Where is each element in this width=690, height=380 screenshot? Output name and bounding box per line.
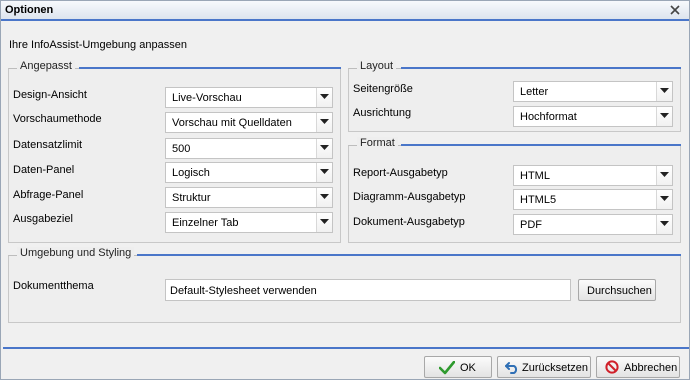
- reset-button-label: Zurücksetzen: [522, 362, 589, 374]
- select-abfrage-panel[interactable]: Struktur: [165, 187, 333, 208]
- checkmark-icon: [439, 361, 455, 375]
- select-dokument-ausgabetyp[interactable]: PDF: [513, 214, 673, 235]
- undo-icon: [505, 362, 518, 374]
- ok-button-label: OK: [460, 362, 476, 374]
- dropdown-button[interactable]: [656, 82, 672, 101]
- select-ausrichtung[interactable]: Hochformat: [513, 106, 673, 127]
- theme-field[interactable]: Default-Stylesheet verwenden: [165, 279, 571, 301]
- dropdown-button[interactable]: [316, 113, 332, 132]
- label-report-ausgabetyp: Report-Ausgabetyp: [353, 167, 448, 179]
- dialog-title: Optionen: [5, 4, 54, 16]
- group-styling: Umgebung und Styling Dokumentthema Defau…: [8, 247, 681, 323]
- label-abfrage-panel: Abfrage-Panel: [13, 189, 84, 201]
- dropdown-button[interactable]: [656, 166, 672, 185]
- select-design-ansicht[interactable]: Live-Vorschau: [165, 87, 333, 108]
- select-value: Struktur: [172, 192, 211, 204]
- select-value: Logisch: [172, 167, 210, 179]
- select-value: Letter: [520, 86, 549, 98]
- select-vorschaumethode[interactable]: Vorschau mit Quelldaten: [165, 112, 333, 133]
- dropdown-button[interactable]: [316, 88, 332, 107]
- select-value: Hochformat: [520, 111, 577, 123]
- dialog-subtitle: Ihre InfoAssist-Umgebung anpassen: [9, 39, 187, 51]
- group-angepasst-legend: Angepasst: [17, 60, 75, 72]
- reset-button[interactable]: Zurücksetzen: [497, 356, 591, 378]
- close-icon[interactable]: [669, 4, 681, 16]
- chevron-down-icon: [320, 119, 329, 124]
- chevron-down-icon: [660, 88, 669, 93]
- label-seitengroesse: Seitengröße: [353, 83, 413, 95]
- select-value: PDF: [520, 219, 542, 231]
- select-daten-panel[interactable]: Logisch: [165, 162, 333, 183]
- label-ausrichtung: Ausrichtung: [353, 107, 412, 119]
- chevron-down-icon: [660, 172, 669, 177]
- select-seitengroesse[interactable]: Letter: [513, 81, 673, 102]
- chevron-down-icon: [320, 145, 329, 150]
- chevron-down-icon: [660, 113, 669, 118]
- footer-divider: [3, 347, 689, 349]
- chevron-down-icon: [660, 196, 669, 201]
- browse-button[interactable]: Durchsuchen: [578, 279, 656, 301]
- select-value: Vorschau mit Quelldaten: [172, 117, 292, 129]
- select-datensatzlimit[interactable]: 500: [165, 138, 333, 159]
- select-value: HTML: [520, 170, 550, 182]
- dropdown-button[interactable]: [656, 215, 672, 234]
- label-daten-panel: Daten-Panel: [13, 164, 75, 176]
- chevron-down-icon: [320, 194, 329, 199]
- label-vorschaumethode: Vorschaumethode: [13, 113, 102, 125]
- browse-button-label: Durchsuchen: [587, 285, 652, 297]
- select-value: Einzelner Tab: [172, 217, 239, 229]
- group-angepasst: Angepasst Design-Ansicht Live-Vorschau V…: [8, 60, 341, 243]
- select-report-ausgabetyp[interactable]: HTML: [513, 165, 673, 186]
- label-ausgabeziel: Ausgabeziel: [13, 213, 73, 225]
- group-format: Format Report-Ausgabetyp HTML Diagramm-A…: [348, 137, 681, 243]
- label-datensatzlimit: Datensatzlimit: [13, 139, 83, 151]
- dropdown-button[interactable]: [316, 213, 332, 232]
- no-entry-icon: [605, 360, 619, 374]
- dropdown-button[interactable]: [316, 139, 332, 158]
- dropdown-button[interactable]: [656, 107, 672, 126]
- label-diagramm-ausgabetyp: Diagramm-Ausgabetyp: [353, 191, 466, 203]
- dropdown-button[interactable]: [656, 190, 672, 209]
- chevron-down-icon: [660, 221, 669, 226]
- label-dokument-ausgabetyp: Dokument-Ausgabetyp: [353, 216, 465, 228]
- select-value: HTML5: [520, 194, 557, 206]
- label-design-ansicht: Design-Ansicht: [13, 89, 87, 101]
- options-dialog: Optionen Ihre InfoAssist-Umgebung anpass…: [0, 0, 690, 380]
- group-layout-legend: Layout: [357, 60, 397, 72]
- dropdown-button[interactable]: [316, 188, 332, 207]
- title-bar: Optionen: [1, 1, 689, 21]
- chevron-down-icon: [320, 169, 329, 174]
- group-layout: Layout Seitengröße Letter Ausrichtung Ho…: [348, 60, 681, 132]
- select-ausgabeziel[interactable]: Einzelner Tab: [165, 212, 333, 233]
- select-value: Live-Vorschau: [172, 92, 242, 104]
- group-format-legend: Format: [357, 137, 398, 149]
- chevron-down-icon: [320, 94, 329, 99]
- group-styling-legend: Umgebung und Styling: [17, 247, 135, 259]
- select-value: 500: [172, 143, 191, 155]
- chevron-down-icon: [320, 219, 329, 224]
- cancel-button-label: Abbrechen: [624, 362, 678, 374]
- label-dokumentthema: Dokumentthema: [13, 280, 94, 292]
- ok-button[interactable]: OK: [424, 356, 492, 378]
- theme-value: Default-Stylesheet verwenden: [170, 285, 317, 297]
- dropdown-button[interactable]: [316, 163, 332, 182]
- select-diagramm-ausgabetyp[interactable]: HTML5: [513, 189, 673, 210]
- cancel-button[interactable]: Abbrechen: [596, 356, 680, 378]
